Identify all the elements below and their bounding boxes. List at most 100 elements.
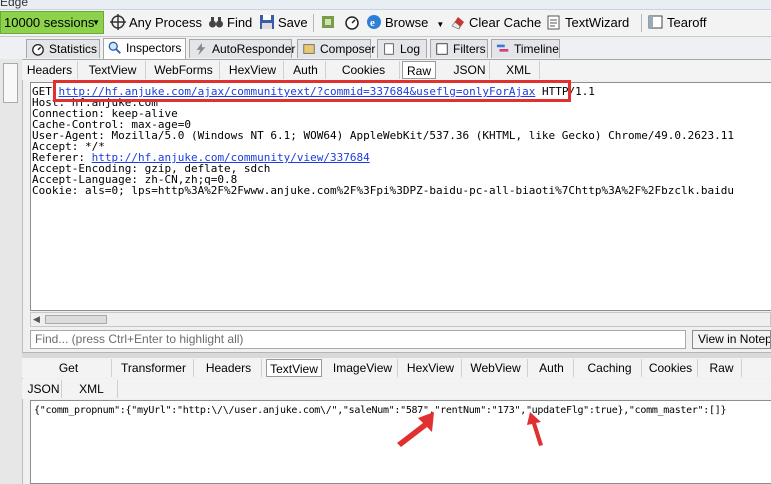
tearoff-button[interactable]: Tearoff (648, 10, 707, 36)
resp-tab-json[interactable]: JSON (26, 380, 62, 398)
stopwatch-icon (345, 16, 359, 30)
gutter-scrollbar[interactable] (3, 63, 18, 103)
tab-inspectors-label: Inspectors (126, 41, 182, 55)
main-tab-strip: Statistics Inspectors AutoResponder Comp… (0, 37, 771, 60)
browse-label: Browse (385, 15, 429, 30)
annotation-arrow-rentnum (527, 412, 543, 446)
req-tab-auth[interactable]: Auth (286, 61, 326, 79)
toolbar: 10000 sessions ▼ Any Process Find Save e… (0, 10, 771, 37)
sessions-label: 10000 sessions (4, 15, 95, 30)
decode-button[interactable] (320, 10, 339, 36)
req-tab-label: XML (506, 63, 531, 77)
browse-button[interactable]: e Browse ▼ (366, 10, 444, 36)
req-tab-label: Auth (293, 63, 318, 77)
resp-tab-label: Headers (205, 361, 252, 375)
textwizard-button[interactable]: TextWizard (546, 10, 629, 36)
chevron-left-icon[interactable]: ◀ (33, 314, 40, 325)
save-label: Save (278, 15, 308, 30)
req-tab-raw[interactable]: Raw (402, 61, 436, 79)
req-tab-label: Headers (26, 63, 73, 77)
req-tab-textview[interactable]: TextView (80, 61, 146, 79)
resp-tab-textview[interactable]: TextView (266, 359, 322, 377)
response-body-text: {"comm_propnum":{"myUrl":"http:\/\/user.… (34, 405, 727, 416)
resp-tab-cookies[interactable]: Cookies (644, 359, 698, 377)
notepad-icon (547, 15, 560, 30)
req-tab-webforms[interactable]: WebForms (148, 61, 220, 79)
timer-button[interactable] (344, 10, 363, 36)
resp-tab-syntaxview[interactable]: Get SyntaxView (26, 359, 112, 393)
req-tab-json[interactable]: JSON (450, 61, 490, 79)
floppy-disk-icon (260, 15, 274, 29)
composer-icon (303, 44, 315, 54)
clear-cache-button[interactable]: Clear Cache (450, 10, 541, 36)
find-button[interactable]: Find (208, 10, 252, 36)
resp-tab-raw[interactable]: Raw (702, 359, 742, 377)
request-tab-strip: Headers TextView WebForms HexView Auth C… (22, 60, 771, 80)
left-gutter (0, 59, 23, 484)
resp-tab-auth[interactable]: Auth (530, 359, 574, 377)
header-cookie: Cookie: als=0; lps=http%3A%2F%2Fwww.anju… (32, 184, 734, 197)
sessions-dropdown[interactable]: 10000 sessions ▼ (0, 11, 104, 34)
window-tearoff-icon (648, 15, 663, 29)
resp-tab-imageview[interactable]: ImageView (328, 359, 398, 377)
resp-tab-label: XML (79, 382, 104, 396)
tab-statistics-label: Statistics (49, 42, 98, 56)
find-input[interactable]: Find... (press Ctrl+Enter to highlight a… (30, 330, 686, 349)
req-tab-hexview[interactable]: HexView (222, 61, 284, 79)
resp-tab-headers[interactable]: Headers (196, 359, 262, 377)
resp-tab-xml[interactable]: XML (66, 380, 118, 398)
tab-filters[interactable]: Filters (430, 39, 488, 58)
lightning-icon (196, 42, 206, 56)
chevron-down-icon: ▼ (92, 18, 100, 27)
resp-tab-label: TextView (270, 362, 318, 376)
tab-autoresponder[interactable]: AutoResponder (189, 39, 295, 58)
tab-log-label: Log (400, 42, 421, 56)
resp-tab-transformer[interactable]: Transformer (114, 359, 194, 377)
header-user-agent: User-Agent: Mozilla/5.0 (Windows NT 6.1;… (32, 129, 734, 142)
tab-filters-label: Filters (453, 42, 486, 56)
timeline-icon (496, 44, 509, 52)
tab-timeline-label: Timeline (514, 42, 559, 56)
clear-cache-label: Clear Cache (469, 15, 542, 30)
resp-tab-caching[interactable]: Caching (578, 359, 642, 377)
tearoff-label: Tearoff (667, 15, 707, 30)
binoculars-icon (209, 17, 223, 28)
log-icon (384, 43, 394, 55)
tab-timeline[interactable]: Timeline (491, 39, 560, 58)
resp-tab-label: Raw (709, 361, 734, 375)
resp-tab-hexview[interactable]: HexView (400, 359, 462, 377)
request-horizontal-scrollbar[interactable]: ◀ (30, 312, 771, 327)
req-tab-label: HexView (228, 63, 277, 77)
resp-tab-label: Transformer (121, 361, 186, 375)
view-in-notepad-button[interactable]: View in Notepad (692, 330, 771, 349)
req-tab-xml[interactable]: XML (498, 61, 540, 79)
request-raw-view[interactable]: GET http://hf.anjuke.com/ajax/communitye… (30, 82, 771, 311)
tab-statistics[interactable]: Statistics (26, 39, 100, 58)
stopwatch-icon (32, 43, 44, 56)
resp-tab-label: JSON (27, 382, 60, 396)
chevron-down-icon: ▼ (436, 20, 445, 29)
response-tab-strip: Get SyntaxView Transformer Headers TextV… (22, 358, 771, 393)
save-button[interactable]: Save (259, 10, 308, 36)
resp-tab-label: WebView (470, 361, 521, 375)
url-highlight-box (53, 80, 571, 102)
toolbar-divider (313, 14, 314, 32)
req-tab-label: Raw (406, 64, 431, 78)
window-title: Edge (0, 0, 29, 9)
scrollbar-thumb[interactable] (45, 315, 107, 324)
req-tab-label: TextView (88, 63, 137, 77)
resp-tab-webview[interactable]: WebView (464, 359, 528, 377)
toolbar-divider (641, 14, 642, 32)
gear-icon (322, 16, 334, 28)
ie-browser-icon: e (367, 15, 381, 29)
resp-tab-label: Cookies (648, 361, 693, 375)
req-tab-cookies[interactable]: Cookies (328, 61, 400, 79)
find-label: Find (227, 15, 253, 30)
req-tab-headers[interactable]: Headers (22, 61, 78, 79)
tab-inspectors[interactable]: Inspectors (103, 38, 186, 59)
any-process-button[interactable]: Any Process (110, 10, 202, 36)
req-tab-label: WebForms (154, 63, 213, 77)
tab-log[interactable]: Log (377, 39, 427, 58)
any-process-label: Any Process (129, 15, 202, 30)
tab-composer[interactable]: Composer (297, 39, 375, 58)
